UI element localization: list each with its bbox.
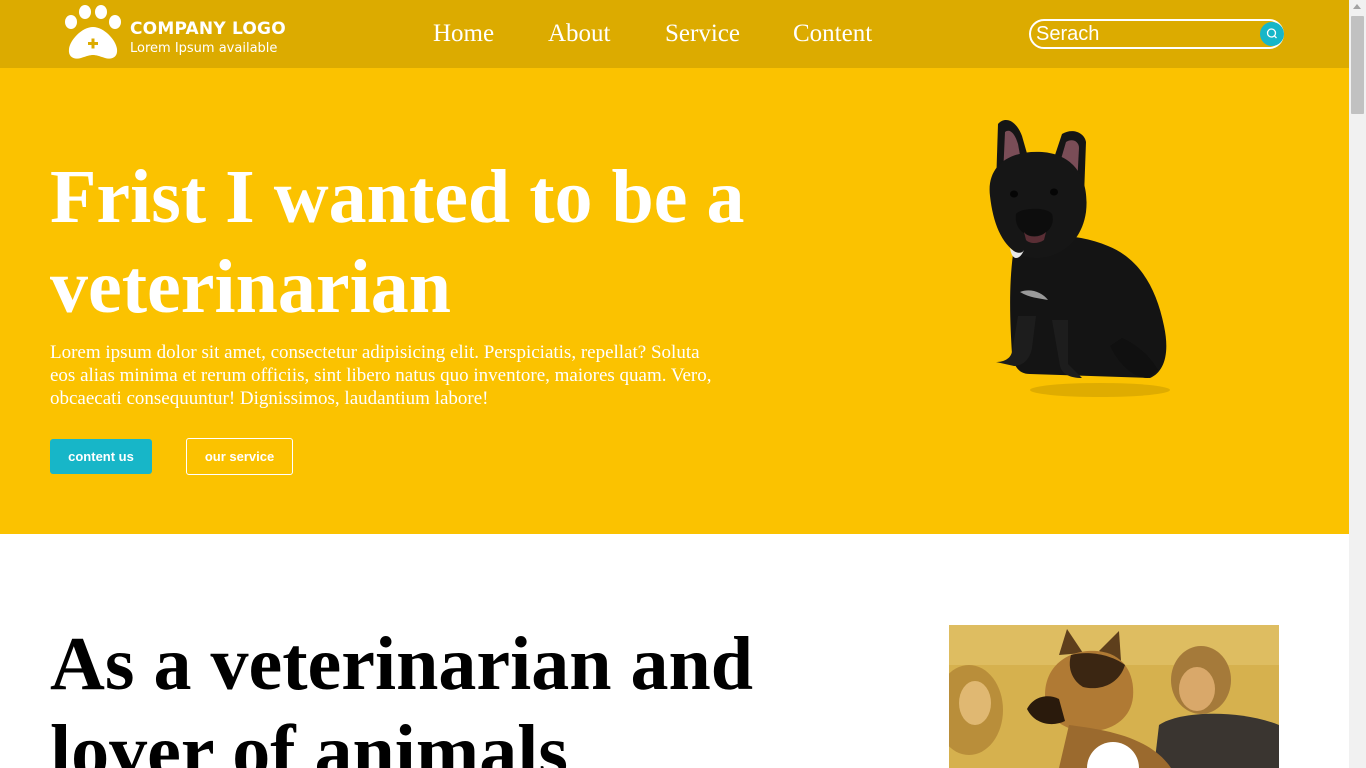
french-bulldog-image xyxy=(989,120,1170,397)
hero-section: Frist I wanted to be a veterinarian Lore… xyxy=(0,68,1349,534)
search-icon xyxy=(1266,28,1277,39)
top-navbar: COMPANY LOGO Lorem Ipsum available Home … xyxy=(0,0,1349,68)
about-title: As a veterinarian and lover of animals xyxy=(50,622,753,768)
company-logo[interactable]: COMPANY LOGO Lorem Ipsum available xyxy=(64,4,286,62)
our-service-button[interactable]: our service xyxy=(186,438,293,475)
search-button[interactable] xyxy=(1260,22,1284,46)
page: COMPANY LOGO Lorem Ipsum available Home … xyxy=(0,0,1349,768)
scroll-up-arrow-icon[interactable] xyxy=(1353,4,1361,9)
search-input[interactable] xyxy=(1036,22,1251,46)
vet-with-german-shepherd-photo xyxy=(949,625,1279,768)
photo-illustration xyxy=(949,625,1279,768)
logo-title: COMPANY LOGO xyxy=(130,19,286,39)
nav-about[interactable]: About xyxy=(548,19,611,49)
contact-us-button[interactable]: content us xyxy=(50,439,152,474)
logo-subtitle: Lorem Ipsum available xyxy=(130,41,278,56)
search-box xyxy=(1029,19,1284,49)
paw-plus-icon xyxy=(65,5,121,59)
hero-text: Lorem ipsum dolor sit amet, consectetur … xyxy=(50,342,712,409)
scroll-thumb[interactable] xyxy=(1351,16,1364,114)
hero-title: Frist I wanted to be a veterinarian xyxy=(50,155,745,329)
nav-content[interactable]: Content xyxy=(793,19,872,49)
nav-home[interactable]: Home xyxy=(433,19,494,49)
page-scrollbar[interactable] xyxy=(1349,0,1366,768)
nav-service[interactable]: Service xyxy=(665,19,740,49)
